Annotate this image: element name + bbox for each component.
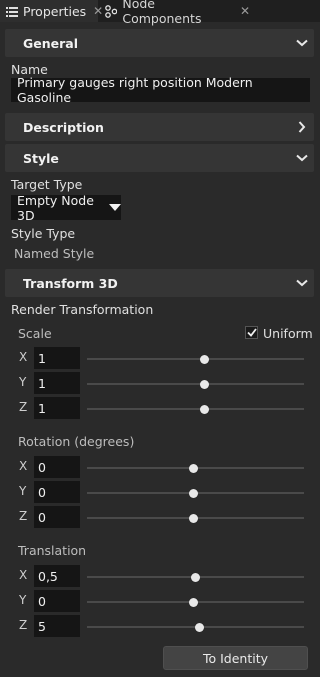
translation-label: Translation	[18, 543, 87, 558]
section-title: Transform 3D	[23, 275, 118, 291]
translation-axis-label: X	[19, 568, 28, 582]
components-icon	[104, 4, 117, 18]
uniform-checkbox[interactable]	[245, 326, 258, 339]
caret-down-icon	[109, 204, 121, 211]
scale-axis-label: Z	[19, 400, 28, 414]
translation-axis-label: Z	[19, 618, 28, 632]
scale-y-slider[interactable]	[87, 379, 304, 389]
rotation-axis-label: Z	[19, 509, 28, 523]
rotation-x-slider[interactable]	[87, 463, 304, 473]
rotation-axis-label: X	[19, 459, 28, 473]
section-title: General	[23, 35, 78, 51]
chevron-right-icon	[290, 113, 314, 141]
translation-y-input[interactable]: 0	[34, 590, 80, 612]
tab-node-components[interactable]: Node Components ✕	[100, 0, 250, 26]
rotation-label: Rotation (degrees)	[18, 434, 135, 449]
style-type-label: Style Type	[11, 226, 76, 241]
tab-node-components-label: Node Components	[122, 0, 202, 26]
render-transformation-label: Render Transformation	[11, 302, 154, 317]
target-type-value: Empty Node 3D	[17, 192, 94, 223]
chevron-down-icon	[290, 144, 314, 172]
rotation-z-input[interactable]: 0	[34, 506, 80, 528]
scale-y-input[interactable]: 1	[34, 372, 80, 394]
translation-y-slider[interactable]	[87, 597, 304, 607]
tab-properties-label: Properties	[23, 3, 87, 19]
slider-thumb[interactable]	[188, 463, 198, 473]
rotation-z-slider[interactable]	[87, 513, 304, 523]
slider-thumb[interactable]	[195, 622, 205, 632]
scale-z-input[interactable]: 1	[34, 397, 80, 419]
scale-z-slider[interactable]	[87, 404, 304, 414]
to-identity-button[interactable]: To Identity	[163, 646, 308, 670]
scale-label: Scale	[18, 326, 52, 341]
rotation-axis-label: Y	[19, 484, 27, 498]
translation-x-input[interactable]: 0,5	[34, 565, 80, 587]
slider-thumb[interactable]	[188, 513, 198, 523]
section-title: Description	[23, 119, 104, 135]
slider-thumb[interactable]	[199, 354, 209, 364]
translation-z-input[interactable]: 5	[34, 615, 80, 637]
list-icon	[6, 4, 18, 18]
target-type-label: Target Type	[11, 177, 83, 192]
check-icon	[246, 328, 257, 337]
translation-axis-label: Y	[19, 593, 27, 607]
translation-z-slider[interactable]	[87, 622, 304, 632]
slider-thumb[interactable]	[188, 597, 198, 607]
rotation-y-input[interactable]: 0	[34, 481, 80, 503]
target-type-dropdown[interactable]: Empty Node 3D	[11, 192, 121, 223]
scale-axis-label: Y	[19, 375, 27, 389]
name-field[interactable]: Primary gauges right position Modern Gas…	[11, 75, 310, 105]
scale-axis-label: X	[19, 350, 28, 364]
slider-thumb[interactable]	[191, 572, 200, 582]
section-style-header[interactable]: Style	[5, 144, 314, 172]
section-description-header[interactable]: Description	[5, 113, 314, 141]
section-transform-header[interactable]: Transform 3D	[5, 269, 314, 297]
scale-x-input[interactable]: 1	[34, 347, 80, 369]
slider-thumb[interactable]	[199, 404, 209, 414]
style-type-value: Named Style	[14, 246, 95, 261]
rotation-x-input[interactable]: 0	[34, 456, 80, 478]
slider-thumb[interactable]	[188, 488, 198, 498]
scale-x-slider[interactable]	[87, 354, 304, 364]
section-general-header[interactable]: General	[5, 29, 314, 57]
tab-properties[interactable]: Properties ✕	[0, 0, 103, 22]
section-title: Style	[23, 150, 59, 166]
uniform-label: Uniform	[263, 326, 313, 341]
chevron-down-icon	[290, 269, 314, 297]
chevron-down-icon	[290, 29, 314, 57]
rotation-y-slider[interactable]	[87, 488, 304, 498]
close-icon[interactable]: ✕	[240, 4, 250, 18]
tab-bar: Properties ✕ Node Components ✕	[0, 0, 320, 26]
slider-thumb[interactable]	[199, 379, 209, 389]
translation-x-slider[interactable]	[87, 572, 304, 582]
